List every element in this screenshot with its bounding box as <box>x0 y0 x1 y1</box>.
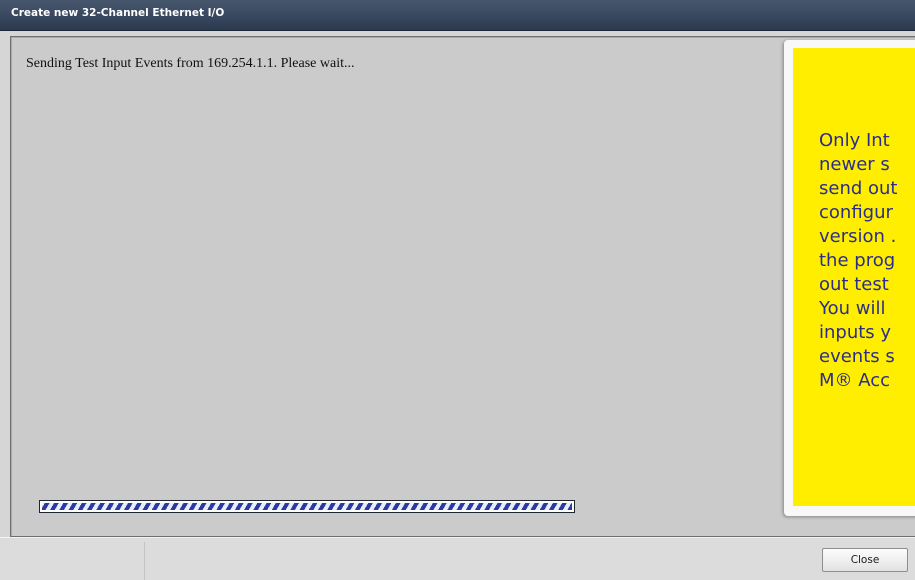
button-bar-divider <box>144 542 145 580</box>
note-line: out test <box>819 274 889 295</box>
note-line: You will <box>819 298 886 319</box>
info-note-panel: Only Int newer s send out configur versi… <box>784 40 915 516</box>
dialog-window: Create new 32-Channel Ethernet I/O Sendi… <box>0 0 915 580</box>
status-message: Sending Test Input Events from 169.254.1… <box>26 56 355 71</box>
progress-bar <box>39 500 575 513</box>
note-line: configur <box>819 202 893 223</box>
note-line: Only Int <box>819 130 890 151</box>
button-bar <box>0 537 915 580</box>
note-line: M® Acc <box>819 370 891 391</box>
info-note: Only Int newer s send out configur versi… <box>793 48 915 506</box>
note-line: events s <box>819 346 895 367</box>
title-bar[interactable]: Create new 32-Channel Ethernet I/O <box>0 0 915 31</box>
window-title: Create new 32-Channel Ethernet I/O <box>11 7 225 19</box>
note-line: version . <box>819 226 897 247</box>
content-panel <box>10 36 915 537</box>
note-line: inputs y <box>819 322 892 343</box>
close-button[interactable]: Close <box>822 548 908 572</box>
note-line: the prog <box>819 250 896 271</box>
info-note-text: Only Int newer s send out configur versi… <box>819 129 915 393</box>
note-line: send out <box>819 178 898 199</box>
progress-fill <box>42 503 572 510</box>
note-line: newer s <box>819 154 890 175</box>
